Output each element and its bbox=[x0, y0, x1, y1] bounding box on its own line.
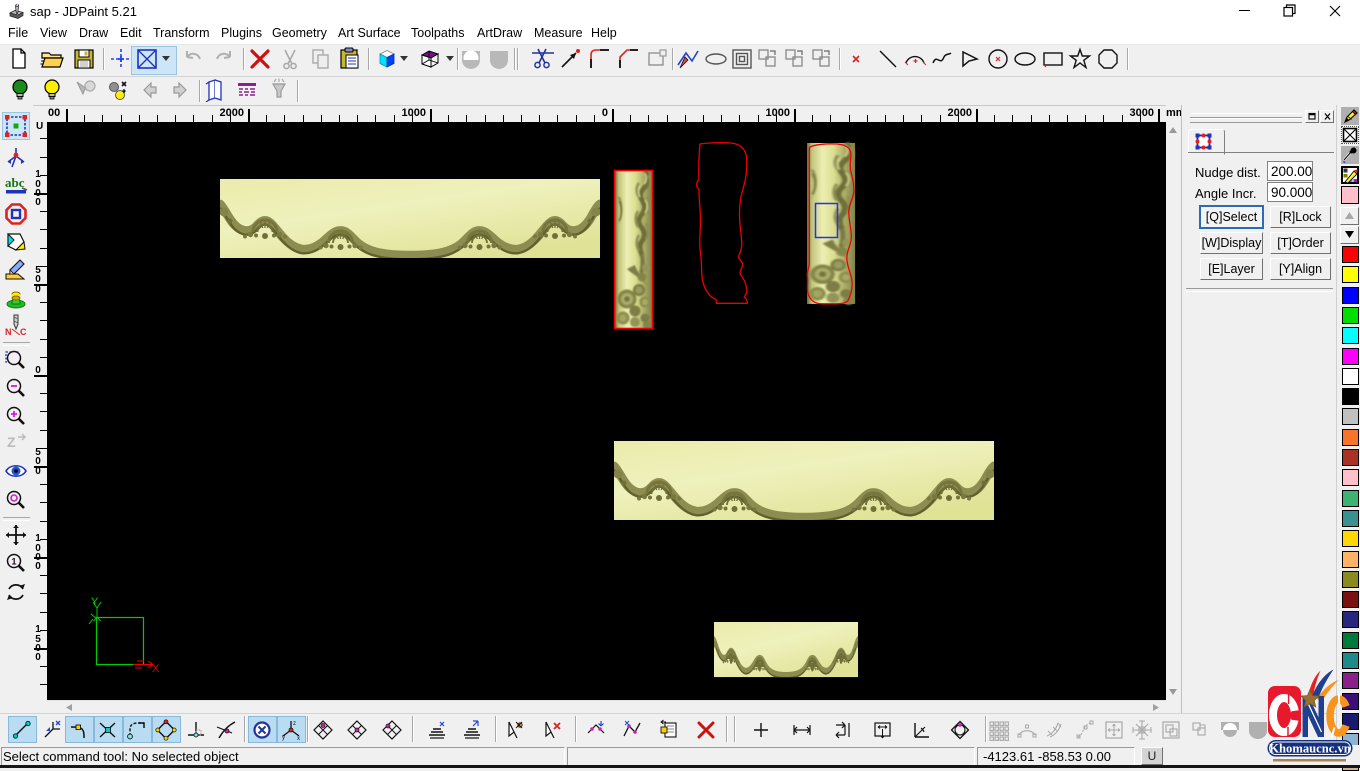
svg-text:x: x bbox=[297, 736, 300, 741]
svg-text:X: X bbox=[152, 663, 160, 675]
svg-text:1: 1 bbox=[12, 557, 17, 567]
svg-text:Khomaucnc.vn: Khomaucnc.vn bbox=[1269, 742, 1351, 756]
svg-text:Z: Z bbox=[7, 434, 16, 450]
svg-text:abc: abc bbox=[5, 175, 25, 190]
svg-text:N: N bbox=[5, 327, 12, 337]
svg-text:Y: Y bbox=[91, 596, 99, 608]
svg-text:z: z bbox=[293, 721, 296, 727]
svg-text:C: C bbox=[20, 327, 27, 337]
svg-text:y: y bbox=[282, 735, 285, 741]
